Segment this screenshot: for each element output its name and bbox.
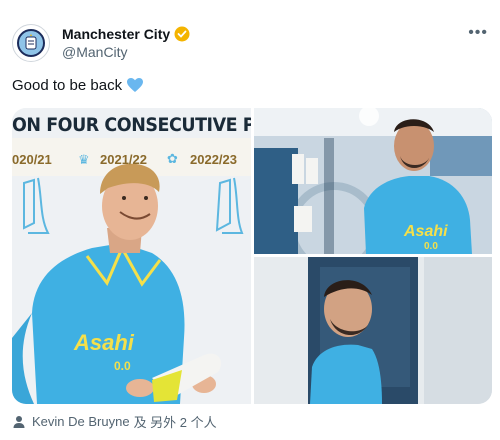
- tweet-header: Manchester City @ManCity: [12, 24, 190, 62]
- tweet-body: Good to be back: [12, 76, 123, 94]
- crest-icon: ✿: [167, 151, 178, 166]
- more-icon[interactable]: •••: [468, 24, 488, 42]
- person-icon: [12, 415, 26, 429]
- media-grid: Asahi 0.0 ON FOUR CONSECUTIVE PI 020/21 …: [12, 108, 492, 404]
- display-name[interactable]: Manchester City: [62, 26, 170, 42]
- svg-text:0.0: 0.0: [424, 241, 438, 252]
- tweet-text: Good to be back: [12, 76, 144, 94]
- photo-top-right[interactable]: Asahi 0.0: [254, 108, 492, 254]
- svg-text:Asahi: Asahi: [403, 223, 448, 240]
- svg-text:Asahi: Asahi: [73, 330, 135, 355]
- svg-text:0.0: 0.0: [114, 359, 131, 373]
- heart-icon: [126, 76, 144, 94]
- tagged-others-count[interactable]: 及 另外 2 个人: [134, 412, 217, 431]
- verified-badge-icon: [174, 26, 190, 42]
- season-label: 2022/23: [190, 152, 237, 167]
- handle[interactable]: @ManCity: [62, 44, 190, 60]
- tagged-people[interactable]: Kevin De Bruyne 及 另外 2 个人: [12, 412, 217, 431]
- banner-headline: ON FOUR CONSECUTIVE PI: [12, 114, 251, 136]
- photo-bottom-right[interactable]: [254, 257, 492, 404]
- avatar[interactable]: [12, 24, 50, 62]
- tagged-person-name[interactable]: Kevin De Bruyne: [32, 414, 130, 429]
- club-crest-icon: [17, 29, 45, 57]
- season-label: 020/21: [12, 152, 52, 167]
- season-label: 2021/22: [100, 152, 147, 167]
- crown-icon: ♛: [78, 152, 90, 167]
- photo-left[interactable]: Asahi 0.0 ON FOUR CONSECUTIVE PI 020/21 …: [12, 108, 251, 404]
